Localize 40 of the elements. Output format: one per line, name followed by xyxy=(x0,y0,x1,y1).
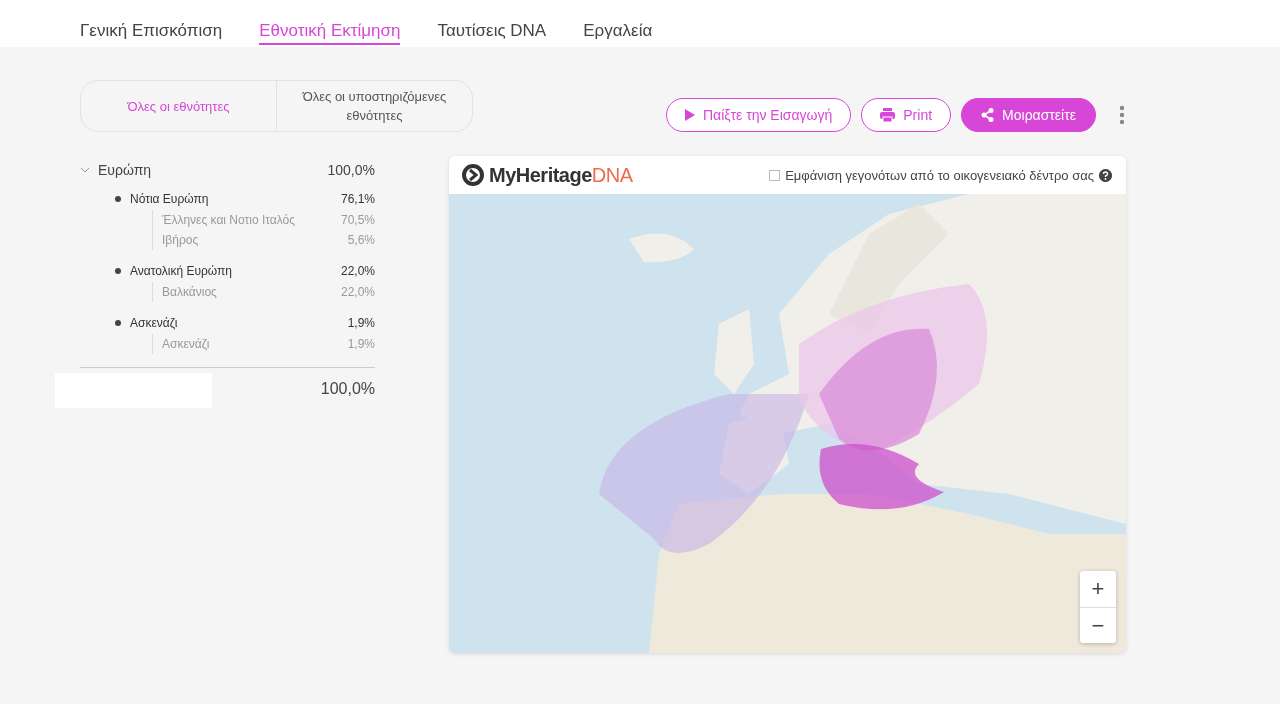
total-percent: 100,0% xyxy=(320,380,375,398)
subregion-name: Ασκενάζι xyxy=(130,316,178,330)
ethnicity-percent: 1,9% xyxy=(347,337,375,351)
subregion-percent: 1,9% xyxy=(347,316,375,330)
ethnicity-percent: 5,6% xyxy=(347,233,375,247)
share-button[interactable]: Μοιραστείτε xyxy=(961,98,1096,132)
play-button[interactable]: Παίξτε την Εισαγωγή xyxy=(665,98,852,132)
bullet-icon xyxy=(115,196,121,202)
play-icon xyxy=(684,109,695,121)
subregion-name: Ανατολική Ευρώπη xyxy=(130,264,232,278)
ethnicity-percent: 22,0% xyxy=(340,285,375,299)
ethnicity-percent: 70,5% xyxy=(340,213,375,227)
checkbox-label: Εμφάνιση γεγονότων από το οικογενειακό δέντρο σας xyxy=(785,167,1094,183)
bullet-icon xyxy=(115,268,121,274)
subregion-name: Νότια Ευρώπη xyxy=(130,192,209,206)
logo-text: MyHeritageDNA xyxy=(489,163,633,187)
subregion-percent: 76,1% xyxy=(340,192,375,206)
nav-tab[interactable]: Ταυτίσεις DNA xyxy=(437,20,547,45)
nav-tab[interactable]: Εργαλεία xyxy=(583,20,653,45)
nav-tab[interactable]: Εθνοτική Εκτίμηση xyxy=(259,20,401,45)
logo-icon xyxy=(462,164,486,186)
ethnicity-name: Έλληνες και Νοτιο Ιταλός xyxy=(162,213,296,227)
filter-option[interactable]: Όλες οι υποστηριζόμενες εθνότητες xyxy=(276,81,472,131)
ethnicity-name: Ασκενάζι xyxy=(162,337,210,351)
bullet-icon xyxy=(115,320,121,326)
zoom-in-button[interactable]: + xyxy=(1080,571,1116,607)
printer-icon xyxy=(880,108,896,122)
zoom-out-button[interactable]: − xyxy=(1080,607,1116,643)
region-percent: 100,0% xyxy=(327,162,375,178)
chevron-down-icon[interactable] xyxy=(80,166,90,174)
nav-tab[interactable]: Γενική Επισκόπιση xyxy=(80,20,223,45)
more-icon[interactable] xyxy=(1118,105,1126,125)
print-button[interactable]: Print xyxy=(861,98,952,132)
share-icon xyxy=(981,108,995,122)
subregion-percent: 22,0% xyxy=(340,264,375,278)
help-icon[interactable] xyxy=(1099,168,1112,182)
ethnicity-name: Ιβήρος xyxy=(162,233,199,247)
checkbox[interactable] xyxy=(769,169,781,181)
ethnicity-name: Βαλκάνιος xyxy=(162,285,217,299)
region-name: Ευρώπη xyxy=(98,162,152,178)
